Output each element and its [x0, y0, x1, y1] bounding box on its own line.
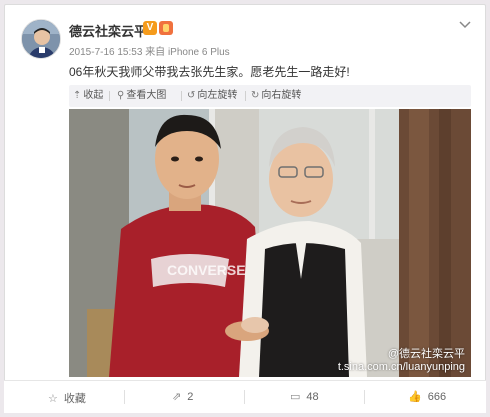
post-actions-bar: ☆ 收藏 ⇗ 2 ▭ 48 👍 666 — [4, 380, 486, 413]
member-badge-icon — [159, 21, 173, 35]
rotate-right-button[interactable]: ↻ 向右旋转 — [251, 88, 301, 104]
svg-text:CONVERSE: CONVERSE — [167, 262, 246, 278]
user-avatar[interactable] — [21, 19, 61, 59]
post-source: 来自 iPhone 6 Plus — [145, 47, 230, 58]
toolbar-divider — [109, 91, 110, 101]
repost-icon: ⇗ — [172, 391, 182, 403]
thumbs-up-icon: 👍 — [408, 391, 422, 403]
magnifier-icon: ⚲ — [117, 90, 125, 101]
collapse-button[interactable]: ⇡ 收起 — [73, 88, 103, 104]
comment-button[interactable]: ▭ 48 — [290, 390, 319, 403]
chevron-down-icon[interactable] — [457, 17, 473, 33]
comment-count: 48 — [306, 391, 319, 403]
photo-image: CONVERSE — [69, 109, 471, 377]
watermark-url: t.sina.com.cn/luanyunping — [337, 361, 465, 373]
verified-badge-icon: V — [143, 21, 157, 35]
toolbar-divider — [245, 91, 246, 101]
watermark-name: @德云社栾云平 — [387, 348, 465, 360]
collapse-arrow-icon: ⇡ — [73, 90, 82, 101]
rotate-left-button[interactable]: ↺ 向左旋转 — [187, 88, 237, 104]
like-count: 666 — [427, 391, 447, 403]
rotate-right-label: 向右旋转 — [261, 90, 302, 101]
rotate-right-icon: ↻ — [251, 90, 260, 101]
view-large-label: 查看大图 — [126, 90, 167, 101]
rotate-left-label: 向左旋转 — [197, 90, 238, 101]
footer-divider — [124, 390, 125, 404]
post-text: 06年秋天我师父带我去张先生家。愿老先生一路走好! — [69, 65, 350, 79]
favorite-button[interactable]: ☆ 收藏 — [48, 390, 86, 406]
toolbar-divider — [181, 91, 182, 101]
post-meta: 2015-7-16 15:53 来自 iPhone 6 Plus — [69, 43, 230, 58]
footer-divider — [364, 390, 365, 404]
weibo-post-card: 德云社栾云平 V 2015-7-16 15:53 来自 iPhone 6 Plu… — [4, 4, 486, 413]
image-toolbar: ⇡ 收起 ⚲ 查看大图 ↺ 向左旋转 ↻ 向右旋转 — [69, 85, 471, 107]
repost-button[interactable]: ⇗ 2 — [172, 390, 193, 403]
rotate-left-icon: ↺ — [187, 90, 196, 101]
view-large-button[interactable]: ⚲ 查看大图 — [117, 88, 166, 104]
footer-divider — [244, 390, 245, 404]
collapse-label: 收起 — [83, 90, 104, 101]
photo-watermark: @德云社栾云平 t.sina.com.cn/luanyunping — [338, 345, 465, 373]
post-photo[interactable]: CONVERSE @德云社栾云平 t.sina.com.cn/luanyunpi… — [69, 109, 471, 377]
star-icon: ☆ — [48, 393, 58, 405]
repost-count: 2 — [187, 391, 194, 403]
comment-icon: ▭ — [290, 391, 301, 403]
favorite-label: 收藏 — [63, 393, 86, 405]
username[interactable]: 德云社栾云平 — [69, 21, 147, 40]
like-button[interactable]: 👍 666 — [408, 390, 446, 403]
post-timestamp[interactable]: 2015-7-16 15:53 — [69, 47, 142, 58]
